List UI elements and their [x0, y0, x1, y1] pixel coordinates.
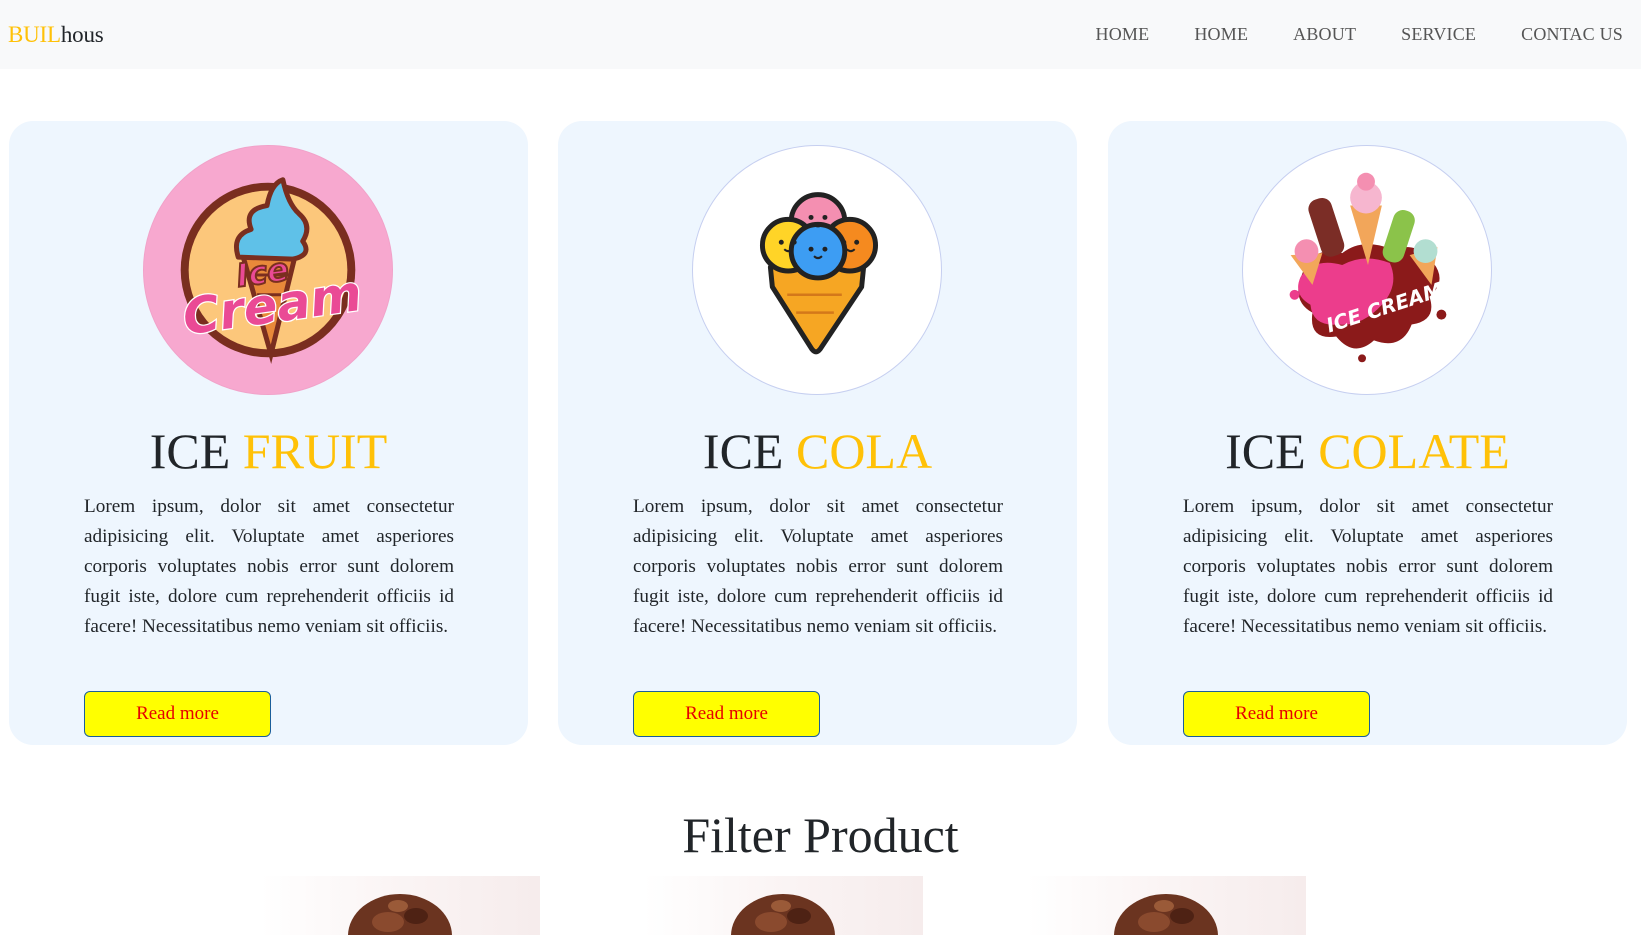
brand-part2: hous: [60, 21, 104, 47]
read-more-button[interactable]: Read more: [84, 691, 271, 737]
read-more-button[interactable]: Read more: [633, 691, 820, 737]
chocolate-ice-cream-scoop-icon: [731, 894, 835, 935]
card-title-highlight: FRUIT: [242, 423, 388, 479]
card-description: Lorem ipsum, dolor sit amet consectetur …: [84, 496, 454, 637]
nav-contact-link[interactable]: CONTAC US: [1521, 24, 1623, 45]
nav-about-link[interactable]: ABOUT: [1293, 24, 1356, 45]
brand-logo[interactable]: BUILhous: [8, 22, 104, 48]
brand-part1: BUIL: [8, 21, 61, 47]
card-title-highlight: COLA: [795, 423, 933, 479]
card-title: ICE FRUIT: [9, 421, 528, 481]
navbar: BUILhous HOME HOME ABOUT SERVICE CONTAC …: [0, 0, 1641, 69]
card-title: ICE COLA: [558, 421, 1077, 481]
ice-cream-splash-logo-icon: ICE CREAM: [1242, 145, 1492, 395]
nav-service-link[interactable]: SERVICE: [1401, 24, 1476, 45]
card-title-highlight: COLATE: [1318, 423, 1510, 479]
nav-home-link[interactable]: HOME: [1096, 24, 1150, 45]
product-image[interactable]: [643, 876, 923, 935]
product-card-ice-cola: ICE COLA Lorem ipsum, dolor sit amet con…: [558, 121, 1077, 745]
chocolate-ice-cream-scoop-icon: [348, 894, 452, 935]
nav-home-link-2[interactable]: HOME: [1194, 24, 1248, 45]
card-description: Lorem ipsum, dolor sit amet consectetur …: [633, 496, 1003, 637]
product-card-ice-colate: ICE CREAM ICE COLATE Lorem ipsum, dolor …: [1108, 121, 1627, 745]
card-description: Lorem ipsum, dolor sit amet consectetur …: [1183, 496, 1553, 637]
read-more-button[interactable]: Read more: [1183, 691, 1370, 737]
card-title: ICE COLATE: [1108, 421, 1627, 481]
nav-links: HOME HOME ABOUT SERVICE CONTAC US: [1051, 24, 1633, 45]
ice-cream-cone-three-scoops-icon: [692, 145, 942, 395]
ice-cream-badge-logo-icon: Ice Cream: [143, 145, 393, 395]
product-card-ice-fruit: Ice Cream ICE FRUIT Lorem ipsum, dolor s…: [9, 121, 528, 745]
card-title-part1: ICE: [149, 423, 243, 479]
product-image[interactable]: [1026, 876, 1306, 935]
product-image[interactable]: [260, 876, 540, 935]
filter-product-heading: Filter Product: [682, 807, 959, 863]
card-title-part1: ICE: [702, 423, 796, 479]
chocolate-ice-cream-scoop-icon: [1114, 894, 1218, 935]
card-title-part1: ICE: [1225, 423, 1319, 479]
